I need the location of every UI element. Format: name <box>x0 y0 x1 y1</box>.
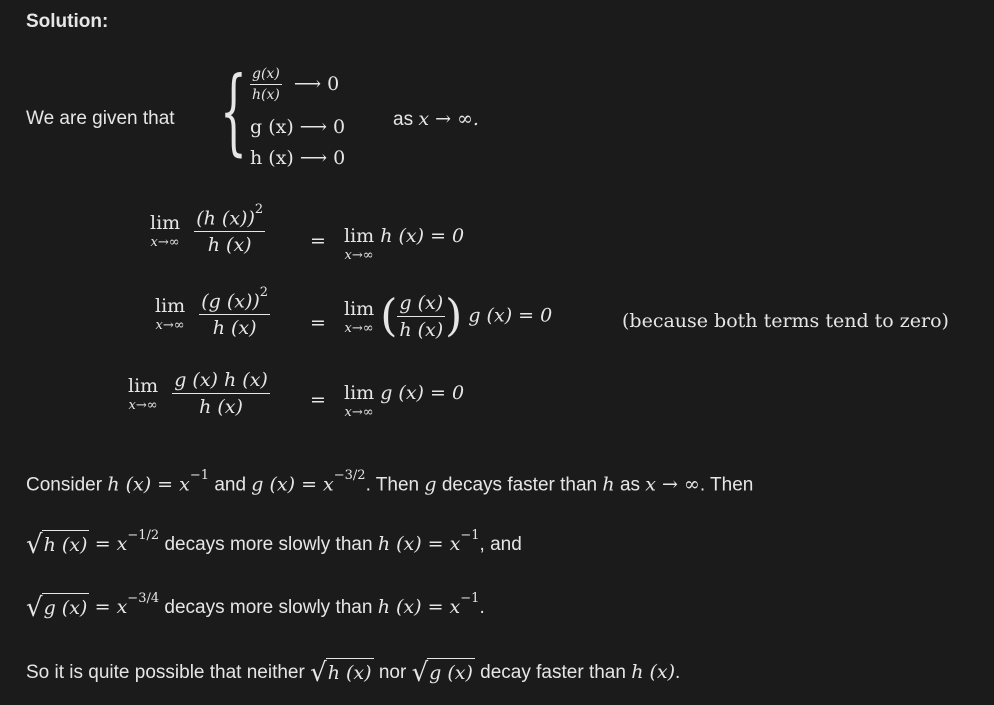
equation-3-rhs: lim x→∞ g (x) = 0 <box>344 382 465 420</box>
given-line-3: h (x) ⟶ 0 <box>250 147 346 169</box>
consider-line: Consider h (x) = x−1 and g (x) = x−3/2. … <box>26 468 754 496</box>
sqrt-h-line: √ h (x) = x−1/2 decays more slowly than h… <box>26 527 522 560</box>
equation-2-equals: = <box>310 312 326 334</box>
equation-2-note: (because both terms tend to zero) <box>622 310 949 332</box>
solution-heading: Solution: <box>26 11 109 32</box>
conclusion-line: So it is quite possible that neither √ h … <box>26 658 681 688</box>
given-line-2: g (x) ⟶ 0 <box>250 116 346 138</box>
equation-3-lhs: lim x→∞ g (x) h (x) h (x) <box>128 369 270 418</box>
equation-1-lhs: lim x→∞ (h (x))2 h (x) <box>150 202 266 257</box>
given-prefix: We are given that <box>26 108 175 129</box>
sqrt-g-line: √ g (x) = x−3/4 decays more slowly than h… <box>26 590 485 623</box>
left-brace: { <box>220 57 247 166</box>
given-suffix: as x → ∞. <box>393 108 479 130</box>
equation-2-lhs: lim x→∞ (g (x))2 h (x) <box>155 285 271 340</box>
equation-2-rhs: lim x→∞ (g (x) h (x)) g (x) = 0 <box>344 290 553 342</box>
equation-1-equals: = <box>310 230 326 252</box>
given-line-1: g(x) h(x) ⟶ 0 <box>250 66 340 103</box>
equation-3-equals: = <box>310 389 326 411</box>
equation-1-rhs: lim x→∞ h (x) = 0 <box>344 225 465 263</box>
